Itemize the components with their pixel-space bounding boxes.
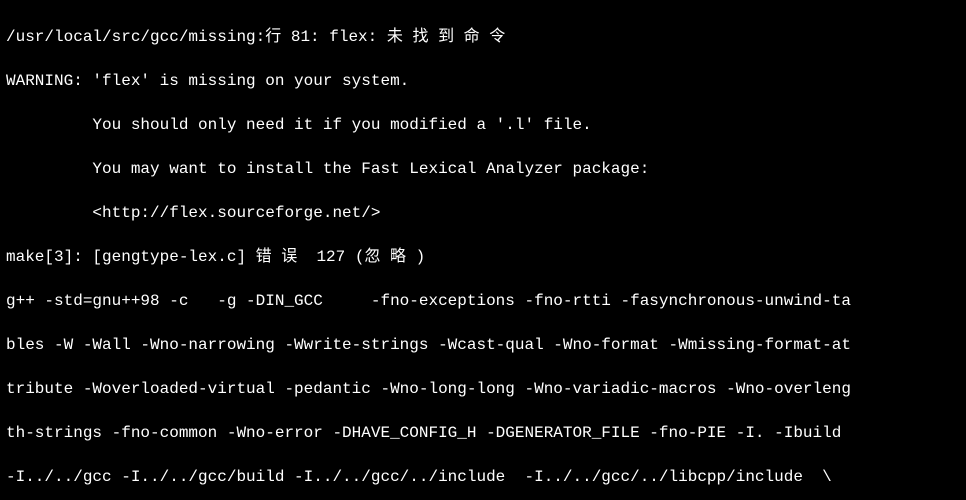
terminal-line: tribute -Woverloaded-virtual -pedantic -…	[6, 378, 960, 400]
terminal-line: You should only need it if you modified …	[6, 114, 960, 136]
terminal-line: WARNING: 'flex' is missing on your syste…	[6, 70, 960, 92]
terminal-line: g++ -std=gnu++98 -c -g -DIN_GCC -fno-exc…	[6, 290, 960, 312]
terminal-line: bles -W -Wall -Wno-narrowing -Wwrite-str…	[6, 334, 960, 356]
terminal-line: <http://flex.sourceforge.net/>	[6, 202, 960, 224]
terminal-line: You may want to install the Fast Lexical…	[6, 158, 960, 180]
terminal-output: /usr/local/src/gcc/missing:行 81: flex: 未…	[0, 0, 966, 500]
terminal-line: -I../../gcc -I../../gcc/build -I../../gc…	[6, 466, 960, 488]
terminal-line: make[3]: [gengtype-lex.c] 错 误 127 (忽 略 )	[6, 246, 960, 268]
terminal-line: /usr/local/src/gcc/missing:行 81: flex: 未…	[6, 26, 960, 48]
terminal-line: th-strings -fno-common -Wno-error -DHAVE…	[6, 422, 960, 444]
